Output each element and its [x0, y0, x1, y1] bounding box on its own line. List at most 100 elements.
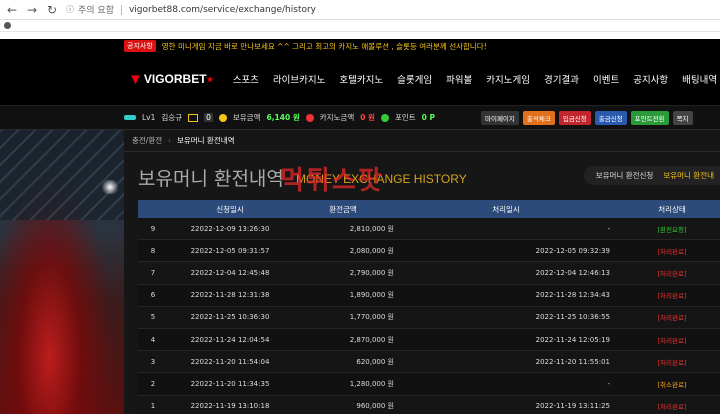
balance-label: 보유금액 [232, 113, 261, 122]
cell-no: 8 [150, 246, 156, 255]
status-badge: [환전요청] [657, 225, 687, 234]
cell-processed: 2022-11-20 11:55:01 [535, 357, 610, 366]
cell-amount: 2,790,000 원 [349, 268, 394, 277]
cell-date: 22022-11-24 12:04:54 [190, 335, 270, 344]
site-logo[interactable]: ▼ VIGORBET ★ [128, 71, 214, 88]
casino-value: 0 원 [360, 113, 375, 122]
user-action-button[interactable]: 포인트전환 [630, 110, 669, 125]
tab-request[interactable]: 보유머니 환전신청 [596, 170, 654, 181]
mail-count[interactable]: 0 [204, 113, 213, 122]
menu-item[interactable]: 스포츠 [226, 72, 266, 86]
cell-date: 22022-12-04 12:45:48 [190, 268, 270, 277]
status-badge: [처리완료] [657, 269, 687, 278]
cell-no: 3 [150, 357, 156, 366]
logo-star-icon: ★ [206, 74, 214, 84]
notice-bar: 공지사항 영한 미니게임 지금 바로 만나보세요 ^^ 그리고 최고의 카지노 … [0, 39, 720, 53]
forward-icon[interactable]: → [26, 3, 38, 17]
status-badge: [취소완료] [657, 380, 687, 389]
history-table: 신청일시 환전금액 처리일시 처리상태 9 22022-12-09 13:26:3… [138, 200, 720, 414]
reload-icon[interactable]: ↻ [46, 3, 58, 17]
status-badge: [처리완료] [657, 358, 687, 367]
cell-processed: 2022-11-19 13:11:25 [535, 402, 610, 411]
cell-date: 22022-12-09 13:26:30 [190, 224, 270, 233]
cell-no: 5 [150, 313, 156, 322]
spacer [0, 32, 720, 39]
exchange-panel: 충전/환전 › 보유머니 환전내역 보유머니 환전내역 MONEY EXCHAN… [124, 130, 720, 414]
user-buttons: 마이페이지 출석체크 입금신청 출금신청 포인트전환 쪽지 [480, 110, 693, 125]
user-action-button[interactable]: 쪽지 [672, 110, 693, 125]
cell-no: 9 [150, 224, 156, 233]
cell-status: [처리완료] [624, 335, 720, 345]
cell-status: [처리완료] [624, 268, 720, 278]
cell-status: [처리완료] [624, 290, 720, 300]
watermark: 먹튀스팟 [280, 166, 384, 196]
browser-toolbar: ← → ↻ ⓘ 주의 요함 vigorbet88.com/service/exc… [0, 0, 720, 20]
tab-history[interactable]: 보유머니 환전내 [663, 170, 714, 181]
cell-amount: 2,810,000 원 [349, 224, 394, 233]
cell-status: [환전요청] [624, 224, 720, 234]
back-icon[interactable]: ← [6, 3, 18, 17]
menu-item[interactable]: 배팅내역 [675, 72, 720, 86]
cell-status: [처리완료] [624, 246, 720, 256]
table-row: 6 22022-11-28 12:31:38 1,890,000 원 2022-11-… [138, 284, 720, 307]
status-badge: [처리완료] [657, 403, 687, 412]
cell-amount: 1,890,000 원 [349, 291, 394, 300]
breadcrumb-current: 보유머니 환전내역 [176, 136, 235, 145]
user-level: Lv1 [142, 113, 156, 122]
menu-item[interactable]: 카지노게임 [479, 72, 537, 86]
col-date: 신청일시 [216, 204, 244, 214]
user-action-button[interactable]: 출금신청 [594, 110, 627, 125]
cell-processed: - [607, 224, 610, 233]
status-badge: [처리완료] [657, 336, 687, 345]
cell-amount: 1,770,000 원 [349, 313, 394, 322]
menu-item[interactable]: 공지사항 [626, 72, 675, 86]
stadium-light [100, 180, 120, 194]
balance-value: 6,140 원 [266, 113, 300, 122]
table-row: 1 22022-11-19 13:10:18 960,000 원 2022-11-19… [138, 395, 720, 414]
chevron-right-icon: › [168, 136, 171, 145]
table-row: 2 22022-11-20 11:34:35 1,280,000 원 - [취소완료] [138, 373, 720, 396]
cell-status: [처리완료] [624, 357, 720, 367]
user-action-button[interactable]: 마이페이지 [480, 110, 519, 125]
user-action-button[interactable]: 입금신청 [558, 110, 591, 125]
globe-icon[interactable] [4, 22, 11, 29]
casino-coin-icon [305, 113, 314, 122]
tab-group: 보유머니 환전신청 보유머니 환전내 [583, 166, 720, 185]
bookmarks-bar [0, 20, 720, 32]
menu-item[interactable]: 이벤트 [586, 72, 626, 86]
cell-date: 22022-11-19 13:10:18 [190, 402, 270, 411]
cell-date: 22022-11-20 11:54:04 [190, 357, 270, 366]
stadium-background-image [0, 130, 124, 414]
address-divider [120, 4, 122, 15]
user-action-button[interactable]: 출석체크 [522, 110, 555, 125]
menu-item[interactable]: 호텔카지노 [332, 72, 390, 86]
table-header: 신청일시 환전금액 처리일시 처리상태 [138, 200, 720, 218]
cell-amount: 1,280,000 원 [349, 379, 394, 388]
breadcrumb-first[interactable]: 충전/환전 [132, 135, 162, 146]
stadium-roof [0, 130, 124, 220]
mail-icon[interactable] [188, 113, 199, 122]
status-badge: [처리완료] [657, 292, 687, 301]
table-row: 9 22022-12-09 13:26:30 2,810,000 원 - [환전요청] [138, 218, 720, 241]
table-row: 8 22022-12-05 09:31:57 2,080,000 원 2022-12-… [138, 240, 720, 263]
status-badge: [처리완료] [657, 247, 687, 256]
table-row: 5 22022-11-25 10:36:30 1,770,000 원 2022-11-… [138, 306, 720, 329]
menu-item[interactable]: 슬롯게임 [390, 72, 439, 86]
cell-processed: 2022-11-25 10:36:55 [535, 313, 610, 322]
page-title: 보유머니 환전내역 [138, 168, 284, 190]
cell-status: [처리완료] [624, 312, 720, 322]
address-bar[interactable]: ⓘ 주의 요함 vigorbet88.com/service/exchange/… [66, 3, 316, 16]
menu-item[interactable]: 경기결과 [537, 72, 586, 86]
notice-badge: 공지사항 [124, 40, 156, 52]
cell-no: 4 [150, 335, 156, 344]
url-text[interactable]: vigorbet88.com/service/exchange/history [129, 5, 316, 15]
cell-amount: 2,870,000 원 [349, 335, 394, 344]
menu-item[interactable]: 라이브카지노 [266, 72, 332, 86]
col-amount: 환전금액 [329, 204, 357, 214]
user-name: 김승규 [161, 113, 183, 122]
menu-item[interactable]: 파워볼 [439, 72, 479, 86]
col-processed: 처리일시 [492, 204, 520, 214]
table-body: 9 22022-12-09 13:26:30 2,810,000 원 - [환전요청] 8… [138, 218, 720, 414]
table-row: 4 22022-11-24 12:04:54 2,870,000 원 2022-11-… [138, 328, 720, 352]
logo-v-icon: ▼ [128, 70, 143, 88]
